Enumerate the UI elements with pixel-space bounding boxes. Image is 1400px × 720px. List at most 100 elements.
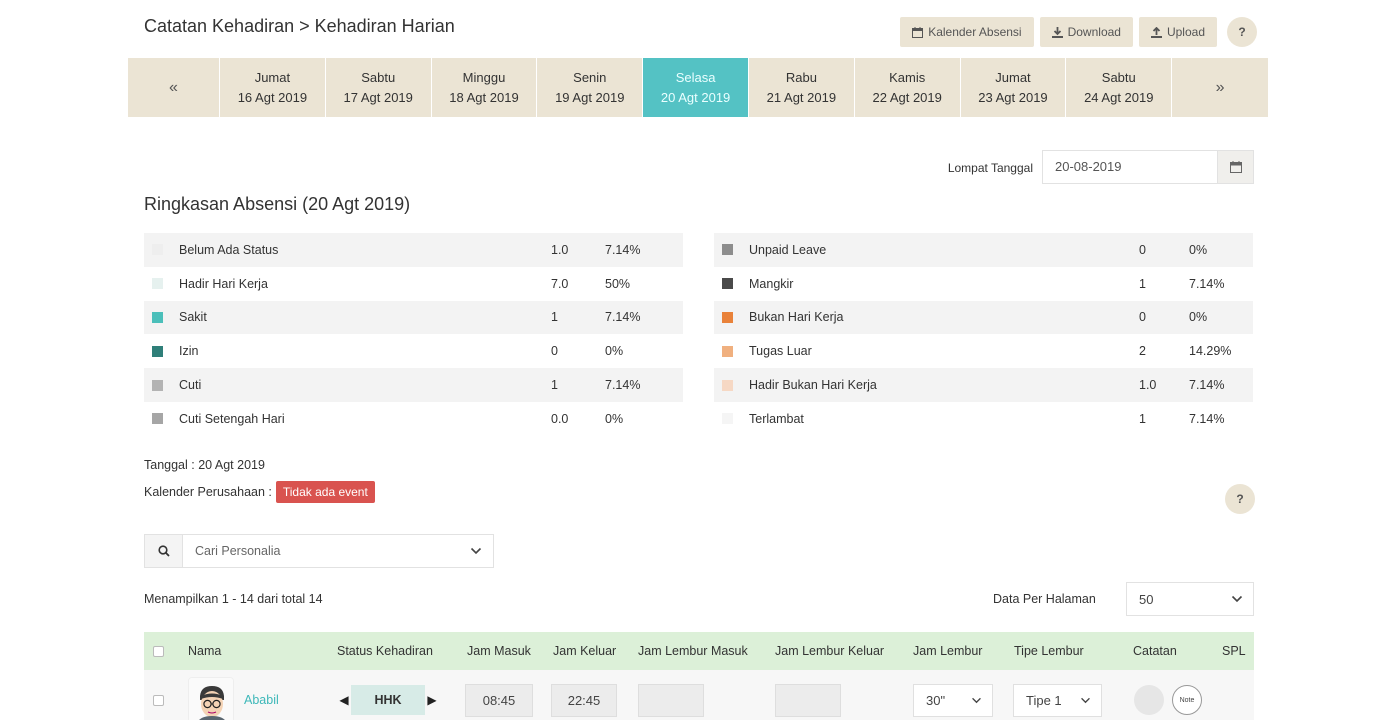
employee-name-link[interactable]: Ababil xyxy=(244,693,279,707)
summary-percent: 7.14% xyxy=(605,242,641,257)
status-swatch xyxy=(722,413,733,425)
summary-table-right: Unpaid Leave 0 0% Mangkir 1 7.14% Bukan Hari… xyxy=(714,233,1253,436)
date-tab[interactable]: Jumat 16 Agt 2019 xyxy=(220,58,326,117)
date-tab[interactable]: Sabtu 24 Agt 2019 xyxy=(1066,58,1173,117)
calendar-icon xyxy=(1229,161,1242,173)
time-out-cell: 22:45 xyxy=(551,670,617,720)
status-prev-arrow-icon[interactable]: ◀ xyxy=(337,693,351,707)
status-swatch xyxy=(722,311,733,323)
summary-percent: 0% xyxy=(605,411,624,426)
attendance-table-header: Nama Status Kehadiran Jam Masuk Jam Kelu… xyxy=(144,632,1254,670)
help-button[interactable]: ? xyxy=(1227,17,1257,47)
column-ot-hours[interactable]: Jam Lembur xyxy=(913,632,982,670)
ot-in-cell xyxy=(638,670,704,720)
upload-button[interactable]: Upload xyxy=(1138,17,1217,47)
jump-date-calendar-button[interactable] xyxy=(1217,151,1253,183)
search-placeholder[interactable]: Cari Personalia xyxy=(183,535,459,567)
summary-percent: 7.14% xyxy=(1189,411,1225,426)
ot-type-value: Tipe 1 xyxy=(1026,692,1062,708)
status-next-arrow-icon[interactable]: ▶ xyxy=(425,693,439,707)
note-button[interactable]: Note xyxy=(1172,685,1202,715)
date-tab[interactable]: Sabtu 17 Agt 2019 xyxy=(326,58,432,117)
column-spl[interactable]: SPL xyxy=(1222,632,1246,670)
date-tab[interactable]: Minggu 18 Agt 2019 xyxy=(432,58,538,117)
column-ot-out[interactable]: Jam Lembur Keluar xyxy=(775,632,884,670)
company-calendar-label: Kalender Perusahaan : xyxy=(144,485,272,499)
status-swatch xyxy=(722,244,733,256)
chevron-down-icon xyxy=(972,697,981,703)
status-swatch xyxy=(152,278,163,290)
chevron-down-icon[interactable] xyxy=(459,535,493,567)
select-all-checkbox[interactable] xyxy=(153,645,164,657)
summary-count: 2 xyxy=(1139,344,1146,359)
ot-hours-value: 30" xyxy=(926,692,946,708)
search-icon-box xyxy=(145,535,183,567)
summary-label: Mangkir xyxy=(749,276,794,291)
summary-row: Cuti 1 7.14% xyxy=(144,368,683,402)
column-in[interactable]: Jam Masuk xyxy=(467,632,531,670)
download-button-label: Download xyxy=(1067,25,1121,39)
chevron-down-icon xyxy=(1081,697,1090,703)
column-name[interactable]: Nama xyxy=(188,632,221,670)
date-tab-date: 19 Agt 2019 xyxy=(555,89,625,105)
summary-label: Unpaid Leave xyxy=(749,242,827,257)
column-status[interactable]: Status Kehadiran xyxy=(337,632,433,670)
date-tab-day: Jumat xyxy=(995,69,1031,85)
date-tab-date: 23 Agt 2019 xyxy=(978,89,1048,105)
status-badge[interactable]: HHK xyxy=(351,685,425,715)
summary-row: Izin 0 0% xyxy=(144,334,683,368)
ot-hours-select[interactable]: 30" xyxy=(913,683,993,717)
ot-hours-cell: 30" xyxy=(913,670,993,720)
date-tab-day: Sabtu xyxy=(361,69,396,85)
summary-table-left: Belum Ada Status 1.0 7.14% Hadir Hari Kerj… xyxy=(144,233,683,436)
select-all-cell xyxy=(153,632,164,670)
date-tab[interactable]: Kamis 22 Agt 2019 xyxy=(855,58,961,117)
ot-type-select[interactable]: Tipe 1 xyxy=(1013,683,1102,717)
prev-week-button[interactable]: « xyxy=(128,58,220,117)
ot-in-field[interactable] xyxy=(638,683,704,717)
company-calendar-info: Kalender Perusahaan : Tidak ada event xyxy=(144,481,375,503)
pagination-summary: Menampilkan 1 - 14 dari total 14 xyxy=(144,592,323,606)
calendar-icon xyxy=(912,26,924,38)
date-tab[interactable]: Rabu 21 Agt 2019 xyxy=(749,58,855,117)
column-notes[interactable]: Catatan xyxy=(1133,632,1177,670)
calendar-button[interactable]: Kalender Absensi xyxy=(900,17,1034,47)
date-tab[interactable]: Senin 19 Agt 2019 xyxy=(537,58,644,117)
row-checkbox[interactable] xyxy=(153,694,164,706)
summary-row: Hadir Hari Kerja 7.0 50% xyxy=(144,267,683,301)
date-tab[interactable]: Jumat 23 Agt 2019 xyxy=(961,58,1067,117)
column-ot-in[interactable]: Jam Lembur Masuk xyxy=(638,632,748,670)
date-tab-active[interactable]: Selasa 20 Agt 2019 xyxy=(643,58,749,117)
download-button[interactable]: Download xyxy=(1039,17,1133,47)
summary-row: Terlambat 1 7.14% xyxy=(714,402,1253,436)
column-ot-type[interactable]: Tipe Lembur xyxy=(1014,632,1084,670)
per-page-select[interactable]: 50 xyxy=(1126,582,1254,616)
clock-icon[interactable] xyxy=(1134,685,1164,715)
next-week-button[interactable]: » xyxy=(1172,58,1268,117)
date-tab-day: Kamis xyxy=(889,69,926,85)
summary-title: Ringkasan Absensi (20 Agt 2019) xyxy=(144,194,411,214)
summary-percent: 50% xyxy=(605,276,631,291)
page: Catatan Kehadiran > Kehadiran Harian Kal… xyxy=(128,0,1273,720)
date-tab-date: 17 Agt 2019 xyxy=(343,89,413,105)
help-button-secondary[interactable]: ? xyxy=(1225,484,1255,514)
date-tab-day: Selasa xyxy=(675,69,716,85)
summary-count: 0 xyxy=(551,344,558,359)
column-out[interactable]: Jam Keluar xyxy=(553,632,616,670)
summary-count: 0.0 xyxy=(551,411,569,426)
summary-row: Hadir Bukan Hari Kerja 1.0 7.14% xyxy=(714,368,1253,402)
chevron-down-icon xyxy=(1221,595,1253,603)
summary-label: Hadir Hari Kerja xyxy=(179,276,268,291)
summary-count: 1 xyxy=(551,378,558,393)
ot-out-field[interactable] xyxy=(775,683,841,717)
summary-row: Cuti Setengah Hari 0.0 0% xyxy=(144,402,683,436)
jump-date-input[interactable]: 20-08-2019 xyxy=(1042,150,1254,184)
jump-date-value[interactable]: 20-08-2019 xyxy=(1043,151,1217,183)
time-in-field[interactable]: 08:45 xyxy=(465,683,533,717)
time-out-field[interactable]: 22:45 xyxy=(551,683,617,717)
employee-search-select[interactable]: Cari Personalia xyxy=(144,534,494,568)
per-page-value: 50 xyxy=(1139,591,1154,607)
page-title: Catatan Kehadiran > Kehadiran Harian xyxy=(144,16,455,36)
ot-out-cell xyxy=(775,670,841,720)
status-swatch xyxy=(152,379,163,391)
